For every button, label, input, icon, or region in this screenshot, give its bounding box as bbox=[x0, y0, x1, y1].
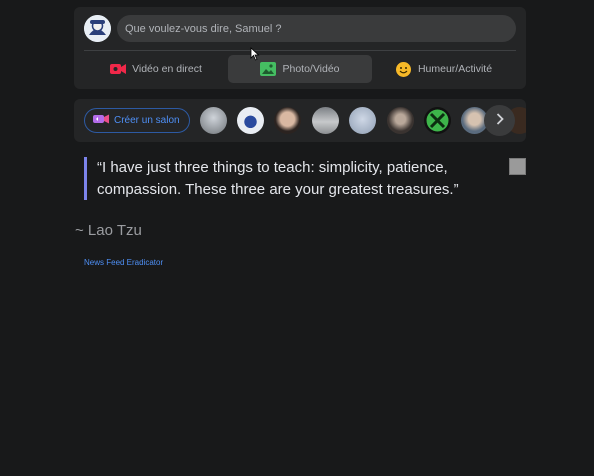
quote-dismiss-checkbox[interactable] bbox=[509, 158, 526, 175]
feeling-icon bbox=[396, 61, 412, 77]
user-avatar[interactable] bbox=[84, 15, 111, 42]
chevron-right-icon bbox=[496, 113, 504, 128]
contact-avatar[interactable] bbox=[312, 107, 339, 134]
room-icon bbox=[93, 114, 109, 127]
mouse-cursor-icon bbox=[250, 47, 260, 66]
quote-author: ~ Lao Tzu bbox=[75, 222, 142, 239]
rooms-bar: Créer un salon bbox=[74, 99, 526, 142]
composer-divider bbox=[84, 50, 516, 51]
create-room-button[interactable]: Créer un salon bbox=[84, 108, 190, 133]
live-video-label: Vidéo en direct bbox=[132, 63, 202, 75]
live-video-icon bbox=[110, 62, 127, 76]
rooms-next-button[interactable] bbox=[484, 105, 515, 136]
contact-avatar[interactable] bbox=[387, 107, 414, 134]
photo-video-label: Photo/Vidéo bbox=[282, 63, 340, 75]
composer-actions: Vidéo en direct Photo/Vidéo Humeur/Activ… bbox=[84, 55, 516, 83]
contact-avatar[interactable] bbox=[424, 107, 451, 134]
quote-text: “I have just three things to teach: simp… bbox=[97, 159, 459, 198]
live-video-button[interactable]: Vidéo en direct bbox=[84, 55, 228, 83]
post-composer: Que voulez-vous dire, Samuel ? Vidéo en … bbox=[74, 7, 526, 89]
photo-icon bbox=[260, 62, 277, 76]
feeling-activity-label: Humeur/Activité bbox=[417, 63, 493, 75]
contact-avatar[interactable] bbox=[349, 107, 376, 134]
contact-avatar[interactable] bbox=[237, 107, 264, 134]
status-placeholder: Que voulez-vous dire, Samuel ? bbox=[125, 22, 282, 35]
contact-avatar[interactable] bbox=[200, 107, 227, 134]
quote-block: “I have just three things to teach: simp… bbox=[84, 157, 484, 200]
status-input[interactable]: Que voulez-vous dire, Samuel ? bbox=[117, 15, 516, 42]
news-feed-eradicator-link[interactable]: News Feed Eradicator bbox=[84, 258, 163, 267]
contact-avatar[interactable] bbox=[274, 107, 301, 134]
create-room-label: Créer un salon bbox=[114, 115, 180, 126]
feeling-activity-button[interactable]: Humeur/Activité bbox=[372, 55, 516, 83]
